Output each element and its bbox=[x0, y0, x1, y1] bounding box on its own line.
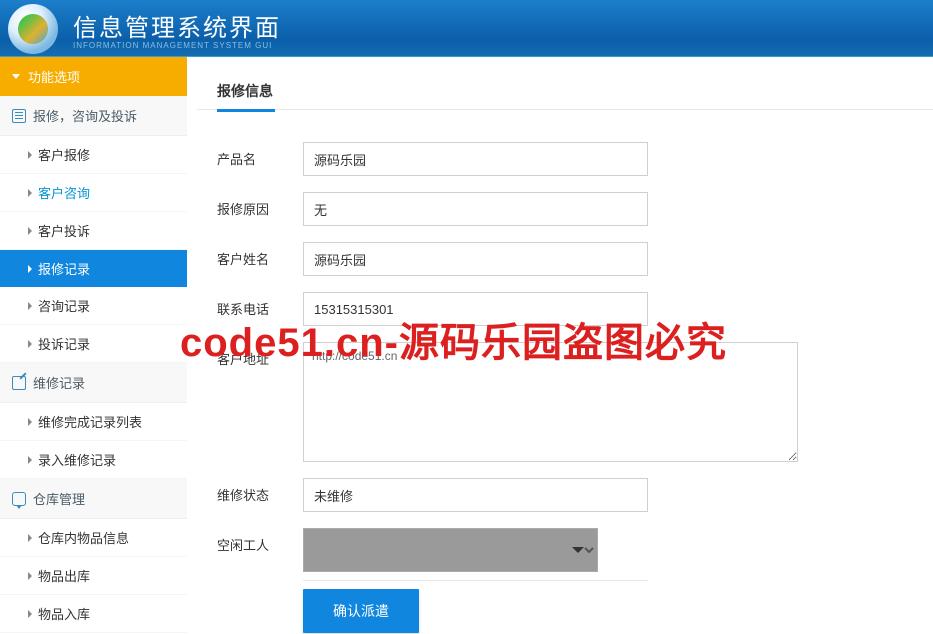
watermark-text: code51.cn-源码乐园盗图必究 bbox=[180, 310, 727, 368]
sidebar-section-repair[interactable]: 报修，咨询及投诉 bbox=[0, 96, 187, 136]
document-icon bbox=[12, 109, 26, 123]
sidebar-section-maintenance[interactable]: 维修记录 bbox=[0, 363, 187, 403]
label-reason: 报修原因 bbox=[217, 192, 303, 218]
input-product-name[interactable] bbox=[303, 142, 648, 176]
tab-repair-info[interactable]: 报修信息 bbox=[217, 67, 273, 109]
edit-icon bbox=[12, 376, 26, 390]
label-product-name: 产品名 bbox=[217, 142, 303, 168]
app-header: 信息管理系统界面 INFORMATION MANAGEMENT SYSTEM G… bbox=[0, 0, 933, 57]
sidebar-item-goods-out[interactable]: 物品出库 bbox=[0, 557, 187, 595]
caret-down-icon bbox=[12, 74, 20, 79]
label-customer: 客户姓名 bbox=[217, 242, 303, 268]
sidebar-item-customer-repair[interactable]: 客户报修 bbox=[0, 136, 187, 174]
sidebar-item-maintenance-list[interactable]: 维修完成记录列表 bbox=[0, 403, 187, 441]
sidebar-item-complaint-record[interactable]: 投诉记录 bbox=[0, 325, 187, 363]
sidebar-section-warehouse[interactable]: 仓库管理 bbox=[0, 479, 187, 519]
app-subtitle: INFORMATION MANAGEMENT SYSTEM GUI bbox=[73, 41, 281, 50]
logo-icon bbox=[8, 4, 58, 54]
input-status[interactable] bbox=[303, 478, 648, 512]
sidebar-item-customer-complaint[interactable]: 客户投诉 bbox=[0, 212, 187, 250]
sidebar: 功能选项 报修，咨询及投诉 客户报修 客户咨询 客户投诉 报修记录 咨询记录 投… bbox=[0, 57, 187, 634]
sidebar-item-repair-record[interactable]: 报修记录 bbox=[0, 250, 187, 287]
label-worker: 空闲工人 bbox=[217, 528, 303, 554]
sidebar-item-goods-in[interactable]: 物品入库 bbox=[0, 595, 187, 633]
input-customer[interactable] bbox=[303, 242, 648, 276]
sidebar-item-maintenance-entry[interactable]: 录入维修记录 bbox=[0, 441, 187, 479]
chat-icon bbox=[12, 492, 26, 506]
repair-form: 产品名 报修原因 客户姓名 联系电话 客户地址 http://code51.cn… bbox=[197, 112, 933, 633]
app-title: 信息管理系统界面 bbox=[73, 15, 281, 42]
submit-button[interactable]: 确认派遣 bbox=[303, 589, 419, 633]
sidebar-item-customer-consult[interactable]: 客户咨询 bbox=[0, 174, 187, 212]
sidebar-section-functions[interactable]: 功能选项 bbox=[0, 57, 187, 96]
input-reason[interactable] bbox=[303, 192, 648, 226]
sidebar-item-consult-record[interactable]: 咨询记录 bbox=[0, 287, 187, 325]
label-status: 维修状态 bbox=[217, 478, 303, 504]
sidebar-item-warehouse-info[interactable]: 仓库内物品信息 bbox=[0, 519, 187, 557]
select-worker[interactable] bbox=[303, 528, 598, 572]
